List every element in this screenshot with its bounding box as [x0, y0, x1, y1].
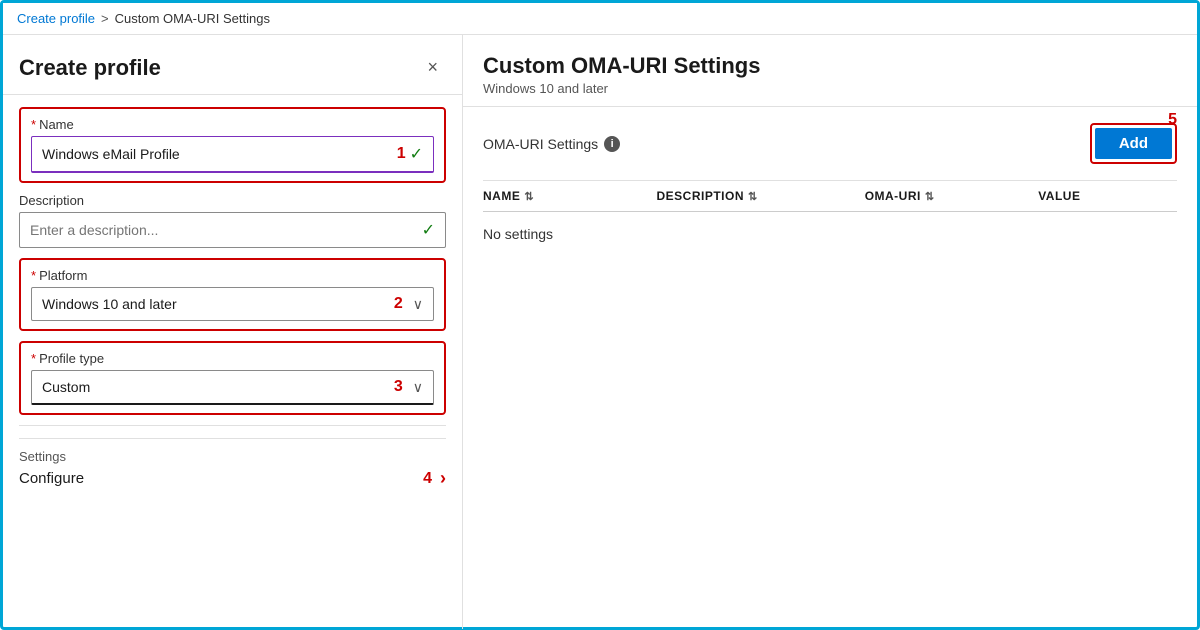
right-panel: Custom OMA-URI Settings Windows 10 and l… [463, 35, 1197, 629]
right-panel-header: Custom OMA-URI Settings Windows 10 and l… [463, 35, 1197, 107]
info-icon[interactable]: i [604, 136, 620, 152]
description-input[interactable] [30, 222, 411, 238]
profile-type-badge: 3 [394, 378, 403, 396]
right-panel-subtitle: Windows 10 and later [483, 81, 1177, 96]
name-badge: 1 [397, 145, 406, 163]
left-panel-header: Create profile × [3, 35, 462, 95]
platform-label: *Platform [31, 268, 434, 283]
settings-badge: 4 [423, 470, 432, 488]
profile-type-dropdown-row[interactable]: Custom 3 ∨ [31, 370, 434, 405]
add-badge: 5 [1168, 111, 1177, 129]
profile-type-field-section: *Profile type Custom 3 ∨ [19, 341, 446, 415]
oma-label: OMA-URI Settings i [483, 136, 620, 152]
col-name: NAME ⇅ [483, 189, 657, 203]
col-value: VALUE [1038, 189, 1177, 203]
name-check-icon: ✓ [410, 144, 423, 164]
required-star-platform: * [31, 268, 36, 283]
required-star-name: * [31, 117, 36, 132]
sort-oma-uri-icon[interactable]: ⇅ [925, 190, 935, 203]
breadcrumb-link[interactable]: Create profile [17, 11, 95, 26]
description-input-wrapper[interactable]: ✓ [19, 212, 446, 248]
platform-chevron-icon: ∨ [413, 296, 423, 313]
col-oma-uri: OMA-URI ⇅ [865, 189, 1039, 203]
close-button[interactable]: × [419, 53, 446, 82]
required-star-profile: * [31, 351, 36, 366]
left-panel-title: Create profile [19, 55, 161, 81]
name-input-wrapper[interactable]: 1 ✓ [31, 136, 434, 173]
oma-section: OMA-URI Settings i 5 Add NAME ⇅ DESCRIPT… [463, 107, 1197, 629]
configure-text: Configure [19, 470, 84, 487]
oma-label-text: OMA-URI Settings [483, 136, 598, 152]
settings-label: Settings [19, 449, 66, 464]
breadcrumb: Create profile > Custom OMA-URI Settings [3, 3, 1197, 35]
add-button-wrapper: 5 Add [1090, 123, 1177, 164]
settings-section: Settings Configure 4 › [19, 425, 446, 489]
name-field-section: *Name 1 ✓ [19, 107, 446, 183]
platform-field-group: *Platform Windows 10 and later 2 ∨ [31, 268, 434, 321]
settings-row: Settings [19, 438, 446, 468]
platform-dropdown-row[interactable]: Windows 10 and later 2 ∨ [31, 287, 434, 321]
no-settings-message: No settings [483, 226, 553, 242]
description-label: Description [19, 193, 446, 208]
oma-header-row: OMA-URI Settings i 5 Add [483, 123, 1177, 164]
configure-chevron-icon: › [440, 468, 446, 489]
right-panel-title: Custom OMA-URI Settings [483, 53, 1177, 79]
main-layout: Create profile × *Name 1 ✓ [3, 35, 1197, 629]
name-input[interactable] [42, 146, 397, 162]
breadcrumb-current: Custom OMA-URI Settings [115, 11, 270, 26]
profile-type-field-group: *Profile type Custom 3 ∨ [31, 351, 434, 405]
name-label: *Name [31, 117, 434, 132]
oma-table: NAME ⇅ DESCRIPTION ⇅ OMA-URI ⇅ VALUE [483, 180, 1177, 258]
platform-field-section: *Platform Windows 10 and later 2 ∨ [19, 258, 446, 331]
description-field-group: Description ✓ [19, 193, 446, 248]
table-body: No settings [483, 212, 1177, 258]
sort-description-icon[interactable]: ⇅ [748, 190, 758, 203]
profile-type-label: *Profile type [31, 351, 434, 366]
profile-type-value: Custom [42, 379, 388, 395]
sort-name-icon[interactable]: ⇅ [524, 190, 534, 203]
configure-row[interactable]: Configure 4 › [19, 468, 446, 489]
profile-type-chevron-icon: ∨ [413, 379, 423, 396]
platform-value: Windows 10 and later [42, 296, 388, 312]
add-button[interactable]: Add [1095, 128, 1172, 159]
left-panel-content: *Name 1 ✓ Description ✓ [3, 95, 462, 501]
breadcrumb-separator: > [101, 11, 109, 26]
col-description: DESCRIPTION ⇅ [657, 189, 865, 203]
table-header: NAME ⇅ DESCRIPTION ⇅ OMA-URI ⇅ VALUE [483, 181, 1177, 212]
name-field-group: *Name 1 ✓ [31, 117, 434, 173]
description-check-icon: ✓ [422, 220, 435, 240]
left-panel: Create profile × *Name 1 ✓ [3, 35, 463, 629]
platform-badge: 2 [394, 295, 403, 313]
